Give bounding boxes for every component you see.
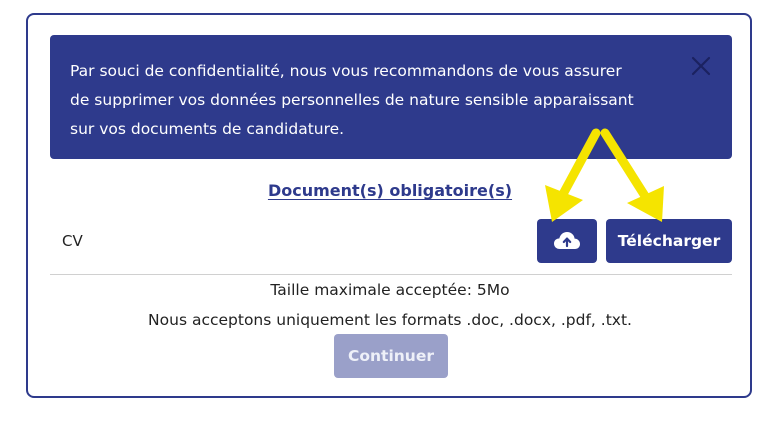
- document-label: CV: [62, 232, 83, 250]
- notice-line-2: de supprimer vos données personnelles de…: [70, 91, 634, 109]
- cloud-upload-icon: [554, 232, 580, 249]
- upload-button[interactable]: Télécharger: [606, 219, 732, 263]
- privacy-notice: Par souci de confidentialité, nous vous …: [50, 35, 732, 159]
- formats-text: Nous acceptons uniquement les formats .d…: [148, 311, 632, 329]
- close-icon[interactable]: [690, 55, 712, 77]
- notice-line-1: Par souci de confidentialité, nous vous …: [70, 62, 622, 80]
- divider: [50, 274, 732, 275]
- continue-button: Continuer: [334, 334, 448, 378]
- upload-icon-button[interactable]: [537, 219, 597, 263]
- section-title[interactable]: Document(s) obligatoire(s): [0, 181, 780, 200]
- notice-line-3: sur vos documents de candidature.: [70, 120, 345, 138]
- close-icon-svg: [691, 56, 711, 76]
- max-size-text: Taille maximale acceptée: 5Mo: [270, 281, 510, 299]
